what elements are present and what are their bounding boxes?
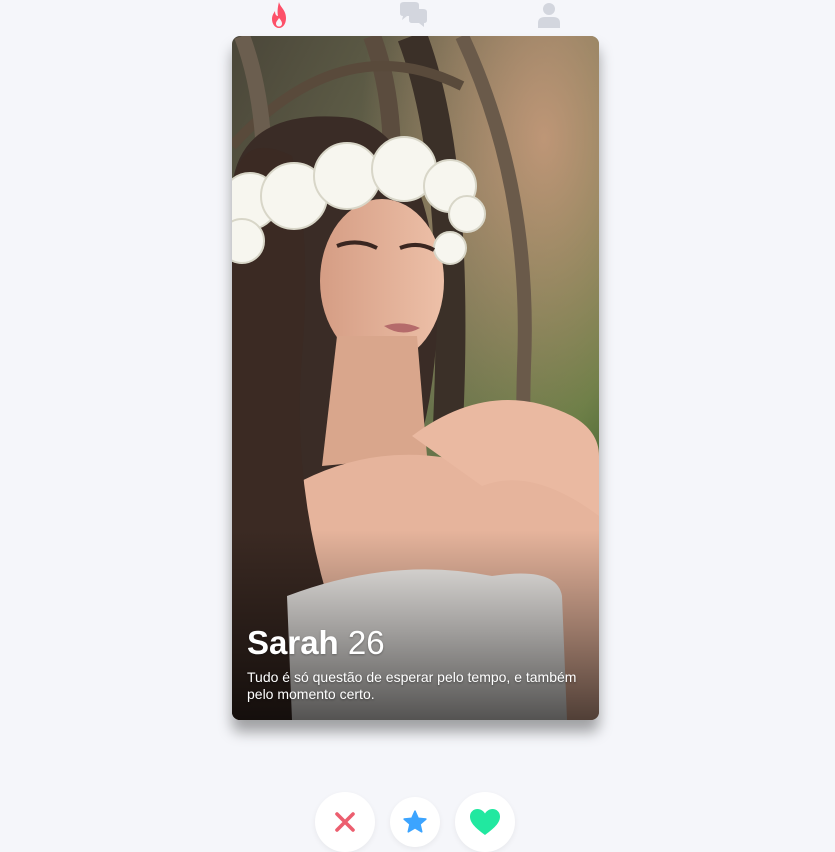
flame-icon [272, 2, 286, 28]
nope-button[interactable] [315, 792, 375, 852]
nav-messages-tab[interactable] [397, 0, 429, 30]
user-icon [538, 3, 560, 28]
profile-name-age: Sarah 26 [247, 625, 587, 661]
action-buttons [0, 790, 835, 852]
super-like-button[interactable] [390, 797, 440, 847]
profile-bio: Tudo é só questão de esperar pelo tempo,… [247, 669, 577, 702]
like-button[interactable] [455, 792, 515, 852]
profile-name: Sarah [247, 624, 339, 661]
nav-profile-tab[interactable] [533, 0, 565, 30]
profile-card[interactable]: Sarah 26 Tudo é só questão de esperar pe… [232, 36, 599, 720]
close-icon [335, 812, 355, 832]
star-icon [403, 810, 427, 833]
profile-age: 26 [347, 624, 385, 661]
heart-icon [470, 809, 500, 835]
nav-swipe-tab[interactable] [263, 0, 295, 30]
top-navigation [0, 0, 835, 30]
chat-icon [400, 2, 427, 27]
profile-info: Sarah 26 Tudo é só questão de esperar pe… [247, 625, 587, 703]
